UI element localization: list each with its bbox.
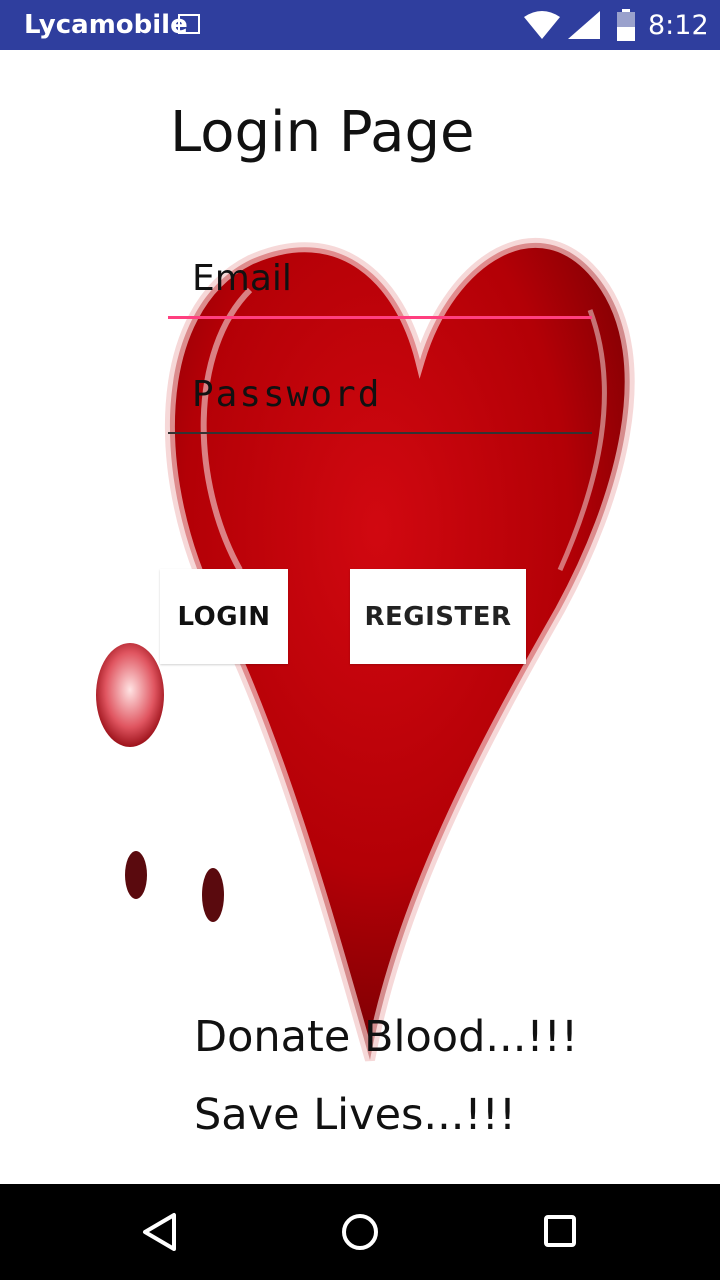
tagline-save-lives: Save Lives...!!! (194, 1090, 517, 1140)
signal-icon (568, 11, 600, 39)
email-field[interactable] (168, 246, 592, 319)
password-field[interactable] (168, 362, 592, 434)
register-button[interactable]: REGISTER (350, 569, 526, 664)
status-bar: Lycamobile 8:12 (0, 0, 720, 50)
carrier-name: Lycamobile (24, 10, 188, 40)
gallery-icon (178, 14, 200, 34)
clock: 8:12 (648, 10, 709, 41)
battery-icon (617, 9, 635, 41)
login-button[interactable]: LOGIN (160, 569, 288, 664)
recents-icon[interactable] (543, 1214, 577, 1248)
wifi-icon (524, 11, 560, 39)
home-icon[interactable] (340, 1212, 380, 1252)
password-input[interactable] (192, 366, 582, 422)
page-title: Login Page (170, 100, 475, 165)
back-icon[interactable] (140, 1212, 180, 1252)
tagline-donate-blood: Donate Blood...!!! (194, 1012, 579, 1062)
email-input[interactable] (192, 250, 582, 306)
